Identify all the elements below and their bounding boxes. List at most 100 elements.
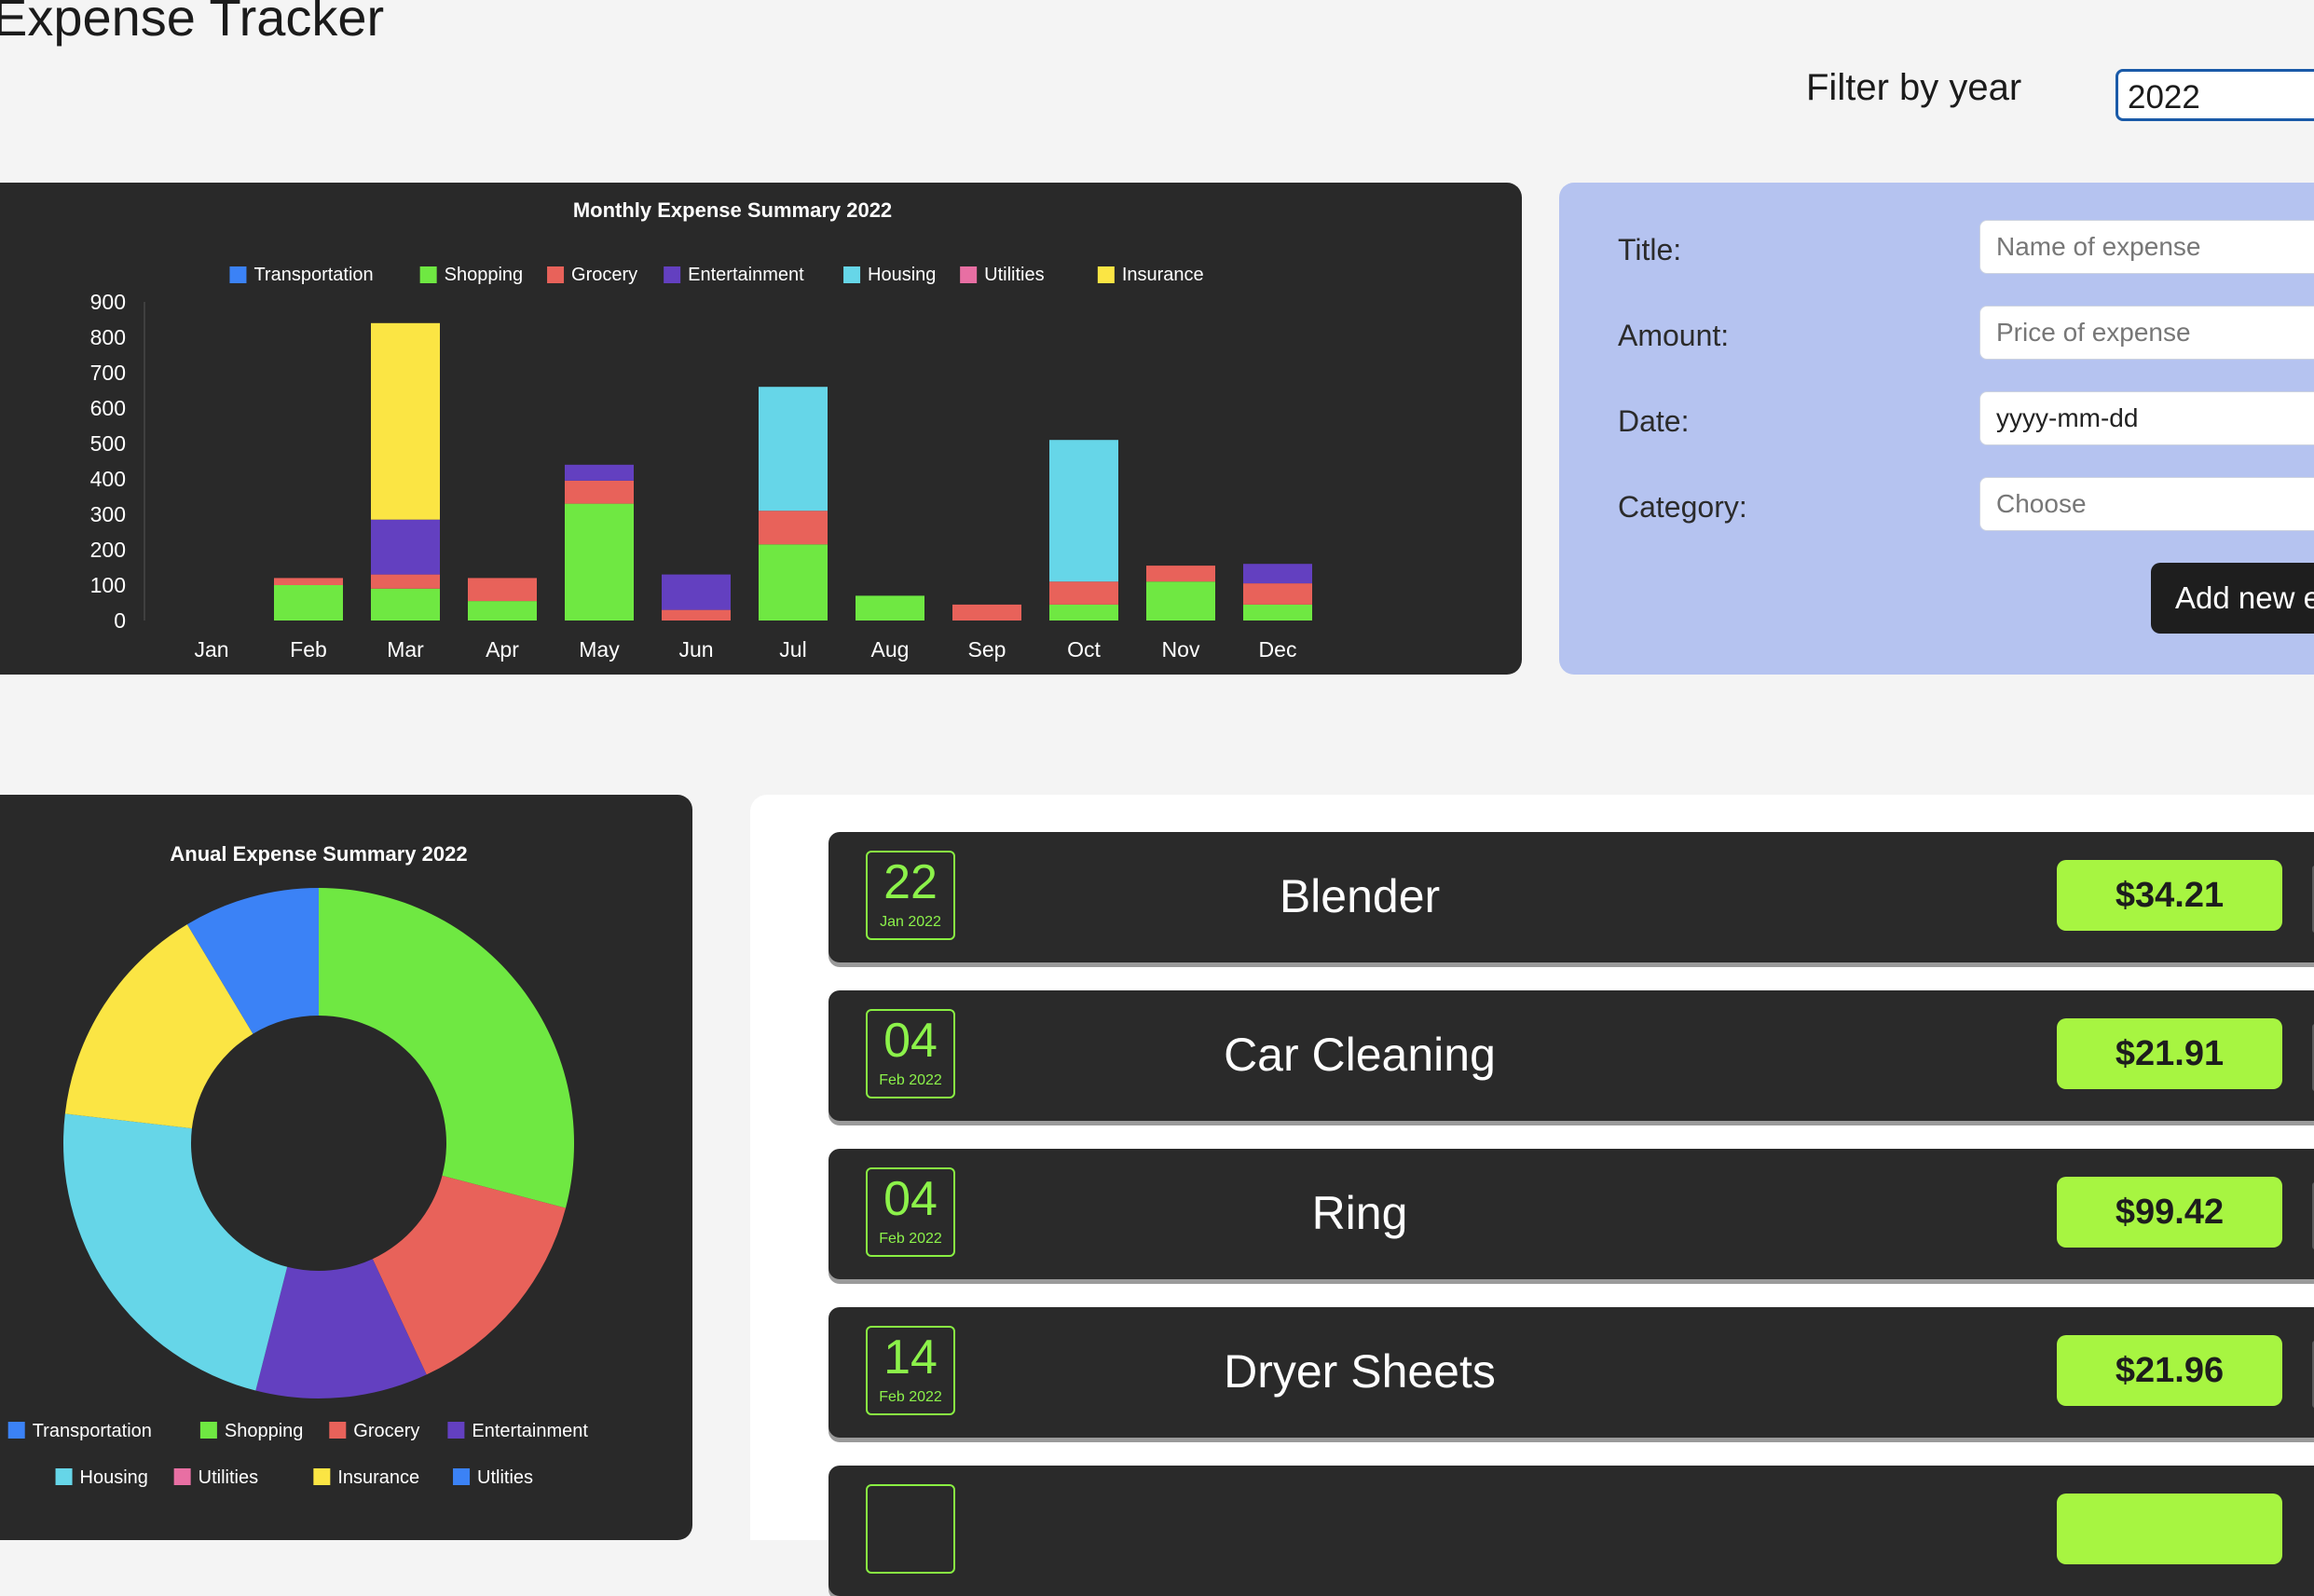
legend-swatch-shopping <box>199 1422 217 1439</box>
bar-nov-shopping <box>1146 581 1215 621</box>
app-title: Expense Tracker <box>0 0 385 47</box>
x-tick-label: Jun <box>678 637 713 662</box>
date-day: 22 <box>883 855 938 909</box>
price-badge: $21.96 <box>2057 1335 2282 1406</box>
legend-label-entertainment: Entertainment <box>472 1421 588 1441</box>
bar-jul-housing <box>759 387 828 512</box>
bar-aug-shopping <box>856 595 924 621</box>
expense-title: Blender <box>1279 870 1441 922</box>
expense-title: Dryer Sheets <box>1224 1345 1496 1398</box>
date-badge <box>866 1484 955 1574</box>
category-label: Category: <box>1618 490 1747 524</box>
y-tick-label: 800 <box>90 325 126 349</box>
legend-swatch-shopping <box>419 266 437 283</box>
legend-label-shopping: Shopping <box>445 265 524 285</box>
legend-swatch-insurance <box>1097 266 1115 283</box>
date-month: Feb 2022 <box>879 1389 942 1405</box>
date-badge: 14 Feb 2022 <box>866 1326 955 1415</box>
expense-title: Car Cleaning <box>1224 1029 1496 1081</box>
add-expense-button[interactable]: Add new expense <box>2151 563 2314 634</box>
monthly-expense-chart: Monthly Expense Summary 2022 Transportati… <box>90 198 1312 662</box>
legend-label-housing: Housing <box>80 1467 148 1488</box>
x-tick-label: Jul <box>779 637 806 662</box>
legend-swatch-utilities <box>960 266 978 283</box>
amount-input[interactable]: Price of expense <box>1979 306 2314 360</box>
x-tick-label: Sep <box>968 637 1006 662</box>
expense-item-partial[interactable] <box>828 1466 2314 1596</box>
legend-label-grocery: Grocery <box>571 265 637 285</box>
legend-label-utlities: Utlities <box>477 1467 533 1488</box>
x-tick-label: Feb <box>290 637 327 662</box>
bar-mar-entertainment <box>371 519 440 575</box>
form-row-category: Category: Choose <box>1618 477 2314 533</box>
date-day: 04 <box>883 1014 938 1068</box>
legend-swatch-entertainment <box>447 1422 465 1439</box>
bar-mar-insurance <box>371 322 440 520</box>
date-month: Jan 2022 <box>880 914 941 930</box>
y-tick-label: 100 <box>90 573 126 597</box>
bar-may-grocery <box>565 480 634 504</box>
price-badge <box>2057 1494 2282 1564</box>
legend-swatch-grocery <box>329 1422 347 1439</box>
expense-title: Ring <box>1311 1187 1408 1239</box>
bar-jul-shopping <box>759 544 828 621</box>
price-badge: $99.42 <box>2057 1177 2282 1248</box>
form-row-amount: Amount: Price of expense <box>1618 306 2314 361</box>
annual-expense-chart: Anual Expense Summary 2022 Transportation… <box>7 842 588 1488</box>
expense-item[interactable]: 14 Feb 2022 Dryer Sheets $21.96 <box>828 1307 2314 1438</box>
bar-mar-grocery <box>371 574 440 589</box>
x-tick-label: Jan <box>194 637 228 662</box>
y-tick-label: 700 <box>90 361 126 385</box>
bar-feb-grocery <box>274 578 343 585</box>
y-tick-label: 600 <box>90 396 126 420</box>
annual-chart-panel: Anual Expense Summary 2022 Transportation… <box>0 795 692 1540</box>
expense-item[interactable]: 04 Feb 2022 Ring $99.42 <box>828 1149 2314 1279</box>
category-select[interactable]: Choose <box>1979 477 2314 531</box>
bar-may-shopping <box>565 503 634 621</box>
amount-label: Amount: <box>1618 319 1730 352</box>
legend-label-insurance: Insurance <box>1122 265 1204 285</box>
legend-swatch-insurance <box>313 1468 331 1485</box>
expense-item[interactable]: 22 Jan 2022 Blender $34.21 <box>828 832 2314 962</box>
legend-swatch-transportation <box>229 266 247 283</box>
filter-year-label: Filter by year <box>1806 67 2022 108</box>
legend-label-utilities: Utilities <box>199 1467 258 1488</box>
date-day: 04 <box>883 1172 938 1226</box>
slice-shopping <box>319 888 574 1208</box>
date-badge: 04 Feb 2022 <box>866 1167 955 1257</box>
y-tick-label: 300 <box>90 502 126 526</box>
x-tick-label: Aug <box>871 637 910 662</box>
legend-label-grocery: Grocery <box>353 1421 419 1441</box>
title-input[interactable]: Name of expense <box>1979 220 2314 274</box>
form-row-title: Title: Name of expense <box>1618 220 2314 276</box>
bar-oct-grocery <box>1049 581 1118 605</box>
price-badge: $21.91 <box>2057 1018 2282 1089</box>
x-tick-label: Oct <box>1067 637 1101 662</box>
bar-dec-entertainment <box>1243 564 1312 584</box>
date-day: 14 <box>883 1330 938 1385</box>
legend-swatch-transportation <box>7 1422 25 1439</box>
filter-year-select[interactable]: 2022 <box>2115 69 2314 121</box>
bar-jun-entertainment <box>662 574 731 610</box>
bar-apr-grocery <box>468 578 537 602</box>
y-tick-label: 200 <box>90 538 126 562</box>
legend-swatch-housing <box>55 1468 73 1485</box>
legend-label-transportation: Transportation <box>33 1421 152 1441</box>
add-expense-form: Title: Name of expense Amount: Price of … <box>1559 183 2314 675</box>
bar-mar-shopping <box>371 588 440 621</box>
legend-label-transportation: Transportation <box>253 265 373 285</box>
expense-list: 22 Jan 2022 Blender $34.21 04 Feb 2022 C… <box>750 795 2314 1596</box>
slice-housing <box>62 1113 288 1391</box>
bar-dec-grocery <box>1243 583 1312 605</box>
y-tick-label: 0 <box>114 608 126 633</box>
date-month: Feb 2022 <box>879 1072 942 1088</box>
x-tick-label: Dec <box>1259 637 1297 662</box>
bar-dec-shopping <box>1243 604 1312 621</box>
chart-title: Monthly Expense Summary 2022 <box>573 198 892 222</box>
legend-swatch-utilities <box>173 1468 191 1485</box>
date-input[interactable]: yyyy-mm-dd <box>1979 391 2314 445</box>
expense-item[interactable]: 04 Feb 2022 Car Cleaning $21.91 <box>828 990 2314 1121</box>
bar-feb-shopping <box>274 585 343 621</box>
legend-swatch-utlities <box>453 1468 471 1485</box>
x-tick-label: Mar <box>387 637 424 662</box>
